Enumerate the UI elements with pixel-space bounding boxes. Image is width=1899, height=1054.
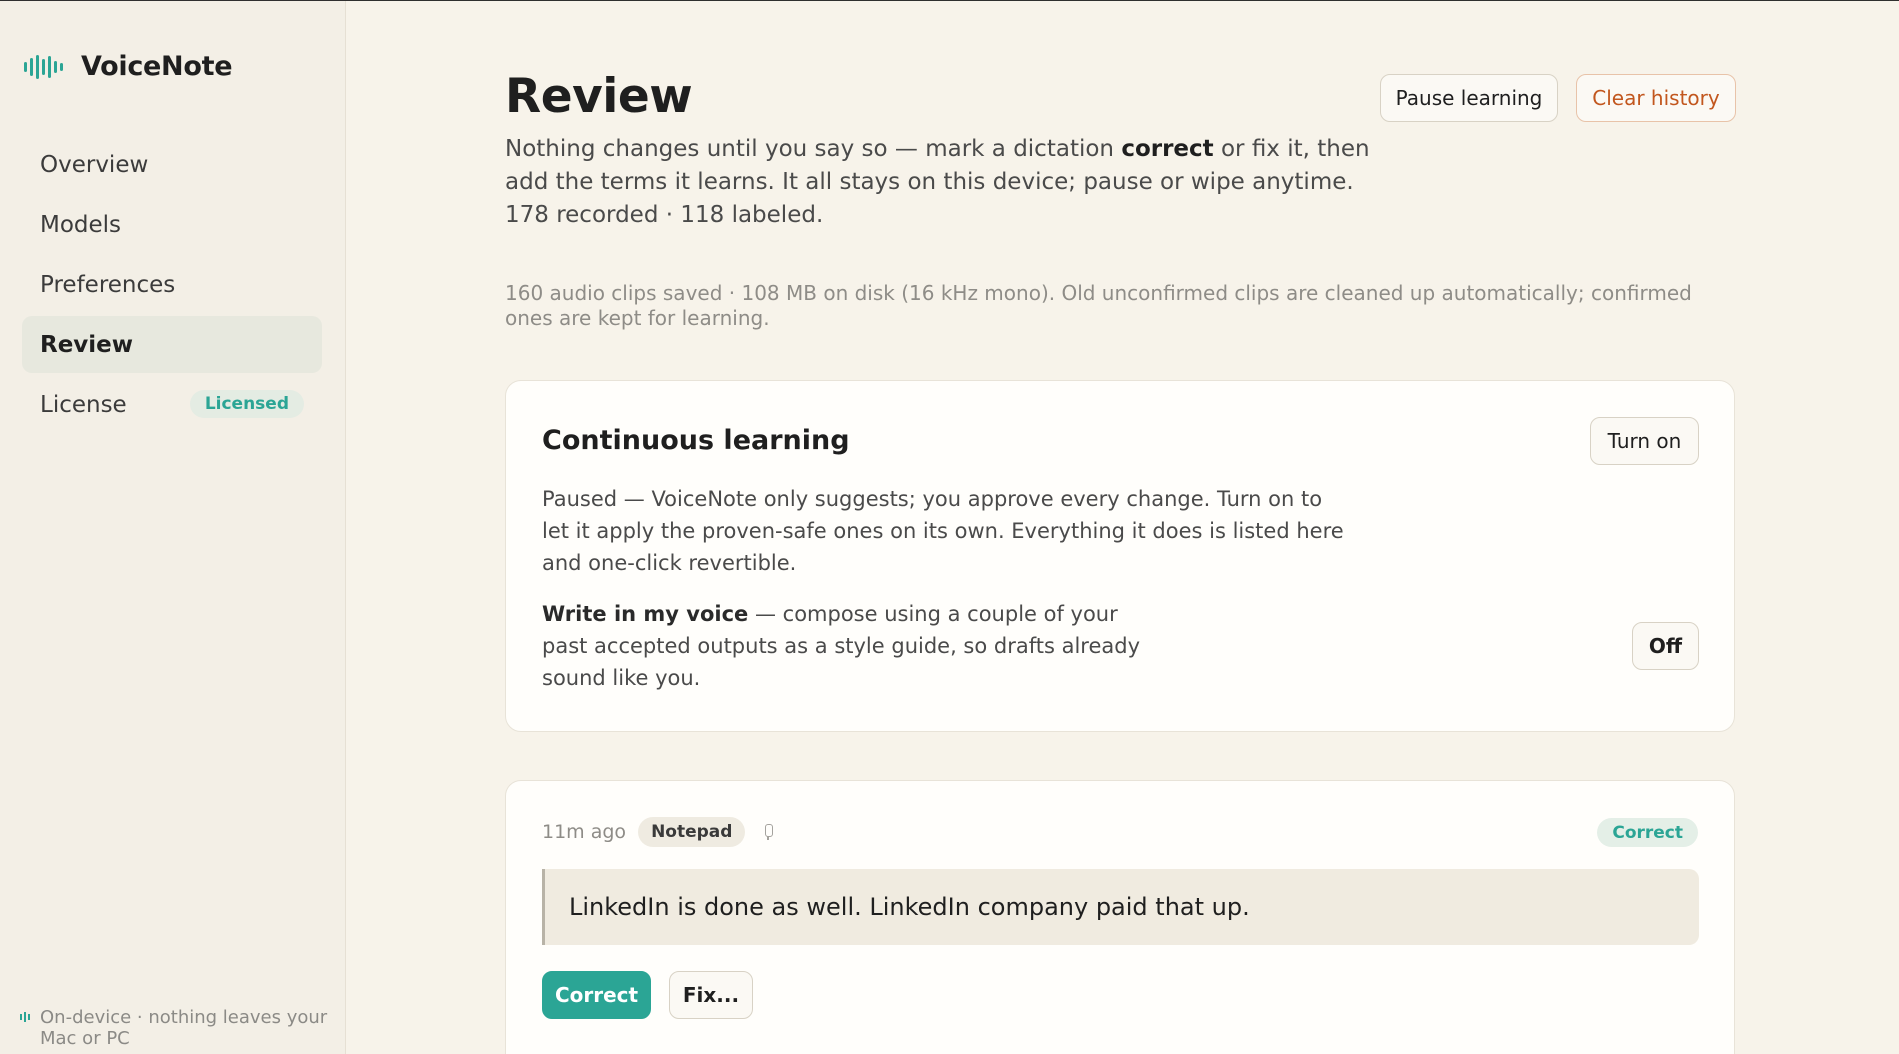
learning-description: Paused — VoiceNote only suggests; you ap… (542, 487, 1344, 575)
license-status-badge: Licensed (189, 390, 304, 418)
entry-timestamp: 11m ago (542, 821, 627, 843)
turn-on-learning-button[interactable]: Turn on (1590, 417, 1699, 465)
sidebar-item-label: License (40, 391, 127, 418)
continuous-learning-card: Continuous learning Turn on Paused — Voi… (505, 380, 1735, 732)
intro-text-before: Nothing changes until you say so — mark … (505, 136, 1122, 162)
sidebar-item-label: Overview (40, 151, 149, 178)
intro-emphasis: correct (1121, 136, 1214, 162)
write-in-my-voice-title: Write in my voice (542, 602, 749, 626)
sidebar-item-preferences[interactable]: Preferences (22, 256, 322, 313)
pause-learning-button[interactable]: Pause learning (1380, 74, 1558, 122)
waveform-small-icon (20, 1007, 30, 1027)
sidebar: VoiceNote Overview Models Preferences Re… (0, 1, 346, 1054)
microphone-icon[interactable] (763, 824, 774, 840)
privacy-note-text: On-device · nothing leaves your Mac or P… (40, 1007, 328, 1049)
sidebar-item-label: Models (40, 211, 122, 238)
sidebar-item-review[interactable]: Review (22, 316, 322, 373)
entry-meta: 11m ago Notepad (542, 817, 774, 847)
storage-note: 160 audio clips saved · 108 MB on disk (… (505, 281, 1692, 330)
write-in-my-voice-toggle[interactable]: Off (1632, 622, 1699, 670)
review-intro: Nothing changes until you say so — mark … (505, 133, 1375, 232)
clear-history-button[interactable]: Clear history (1576, 74, 1736, 122)
mark-correct-button[interactable]: Correct (542, 971, 651, 1019)
entry-status-badge: Correct (1597, 818, 1698, 847)
privacy-note: On-device · nothing leaves your Mac or P… (20, 1007, 330, 1049)
sidebar-item-overview[interactable]: Overview (22, 136, 322, 193)
continuous-learning-title: Continuous learning (542, 425, 850, 456)
sidebar-item-label: Review (40, 331, 134, 358)
dictation-entry-card: 11m ago Notepad Correct LinkedIn is done… (505, 780, 1735, 1054)
waveform-logo-icon (24, 54, 63, 79)
sidebar-item-license[interactable]: License Licensed (22, 376, 322, 433)
write-in-my-voice-description: Write in my voice — compose using a coup… (542, 598, 1142, 694)
page-title: Review (505, 69, 693, 124)
sidebar-nav: Overview Models Preferences Review Licen… (22, 136, 322, 436)
sidebar-item-label: Preferences (40, 271, 176, 298)
fix-button[interactable]: Fix... (669, 971, 753, 1019)
source-app-tag: Notepad (638, 817, 746, 847)
app-window: VoiceNote Overview Models Preferences Re… (0, 0, 1899, 1054)
dictation-transcript: LinkedIn is done as well. LinkedIn compa… (542, 869, 1699, 945)
brand: VoiceNote (24, 51, 233, 82)
brand-name: VoiceNote (81, 51, 233, 82)
sidebar-item-models[interactable]: Models (22, 196, 322, 253)
